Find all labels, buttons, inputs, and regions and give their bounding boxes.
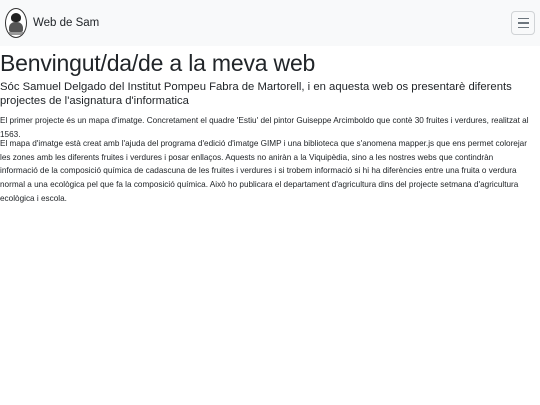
page-subtitle: Sóc Samuel Delgado del Institut Pompeu F… [0, 81, 512, 107]
page-title: Benvingut/da/de a la meva web [0, 50, 316, 76]
hamburger-menu-icon [518, 18, 529, 28]
person-portrait-icon [5, 8, 27, 38]
brand-text: Web de Sam [33, 17, 100, 29]
navbar-toggler-button[interactable] [511, 11, 535, 35]
navbar-brand-link[interactable]: Web de Sam [5, 7, 99, 39]
navbar: Web de Sam [0, 0, 540, 46]
description-paragraph: El mapa d'imatge està creat amb l'ajuda … [0, 139, 527, 203]
